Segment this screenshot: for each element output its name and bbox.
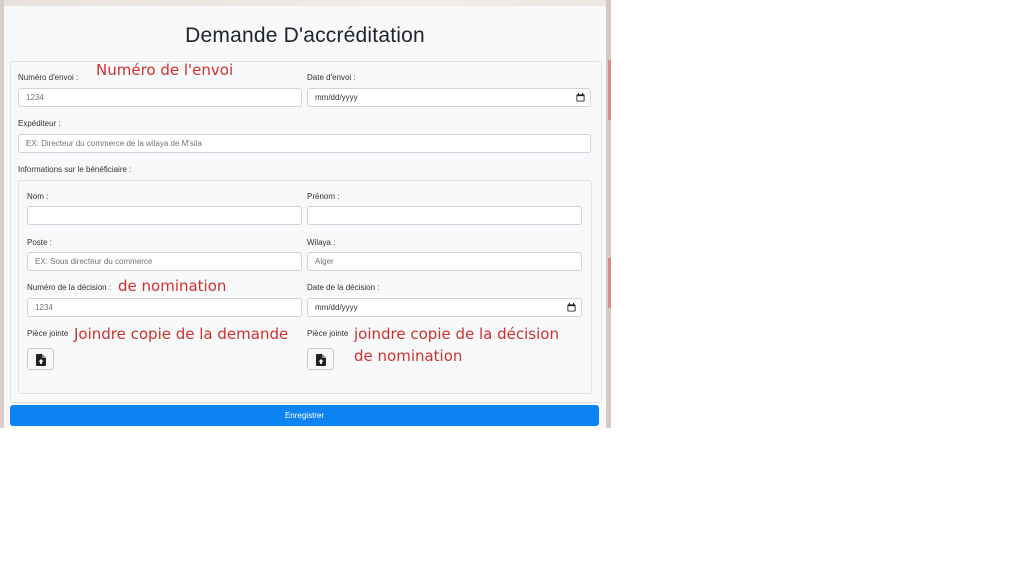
nom-input[interactable] bbox=[27, 206, 302, 225]
file-upload-icon bbox=[316, 354, 326, 366]
poste-input[interactable]: EX: Sous directeur du commerce bbox=[27, 252, 302, 271]
annotation-copie-decision-line2: de nomination bbox=[354, 347, 463, 365]
page-title: Demande D'accréditation bbox=[185, 24, 425, 47]
wilaya-placeholder: Alger bbox=[315, 257, 334, 266]
prenom-input[interactable] bbox=[307, 206, 582, 225]
calendar-icon[interactable] bbox=[576, 93, 585, 102]
file-upload-button-2[interactable] bbox=[307, 348, 334, 370]
date-envoi-input[interactable]: mm/dd/yyyy bbox=[307, 88, 591, 107]
background-accent bbox=[608, 60, 611, 120]
numero-decision-input[interactable]: 1234 bbox=[27, 298, 302, 317]
piece-jointe-label-2: Pièce jointe bbox=[307, 329, 349, 338]
numero-envoi-input[interactable]: 1234 bbox=[18, 88, 302, 107]
nom-label: Nom : bbox=[27, 192, 49, 201]
numero-envoi-label: Numéro d'envoi : bbox=[18, 73, 79, 82]
annotation-numero-envoi: Numéro de l'envoi bbox=[96, 61, 234, 79]
expediteur-label: Expéditeur : bbox=[18, 119, 61, 128]
beneficiaire-section-label: Informations sur le bénéficiaire : bbox=[18, 165, 132, 174]
date-envoi-label: Date d'envoi : bbox=[307, 73, 356, 82]
date-decision-label: Date de la décision : bbox=[307, 283, 380, 292]
wilaya-input[interactable]: Alger bbox=[307, 252, 582, 271]
numero-decision-label: Numéro de la décision : bbox=[27, 283, 112, 292]
background-accent bbox=[608, 258, 611, 308]
date-envoi-placeholder: mm/dd/yyyy bbox=[315, 93, 358, 102]
annotation-copie-decision-line1: joindre copie de la décision bbox=[354, 325, 559, 343]
numero-decision-placeholder: 1234 bbox=[35, 303, 53, 312]
poste-label: Poste : bbox=[27, 238, 52, 247]
file-upload-button-1[interactable] bbox=[27, 348, 54, 370]
expediteur-input[interactable]: EX: Directeur du commerce de la wilaya d… bbox=[18, 134, 591, 153]
expediteur-placeholder: EX: Directeur du commerce de la wilaya d… bbox=[26, 139, 202, 148]
annotation-copie-demande: Joindre copie de la demande bbox=[74, 325, 289, 343]
submit-button[interactable]: Enregistrer bbox=[10, 405, 599, 426]
wilaya-label: Wilaya : bbox=[307, 238, 336, 247]
file-upload-icon bbox=[36, 354, 46, 366]
annotation-nomination: de nomination bbox=[118, 277, 227, 295]
date-decision-input[interactable]: mm/dd/yyyy bbox=[307, 298, 582, 317]
piece-jointe-label-1: Pièce jointe bbox=[27, 329, 69, 338]
calendar-icon[interactable] bbox=[567, 303, 576, 312]
poste-placeholder: EX: Sous directeur du commerce bbox=[35, 257, 153, 266]
numero-envoi-placeholder: 1234 bbox=[26, 93, 44, 102]
prenom-label: Prénom : bbox=[307, 192, 340, 201]
date-decision-placeholder: mm/dd/yyyy bbox=[315, 303, 358, 312]
form-card: Demande D'accréditation Numéro d'envoi :… bbox=[4, 6, 606, 428]
